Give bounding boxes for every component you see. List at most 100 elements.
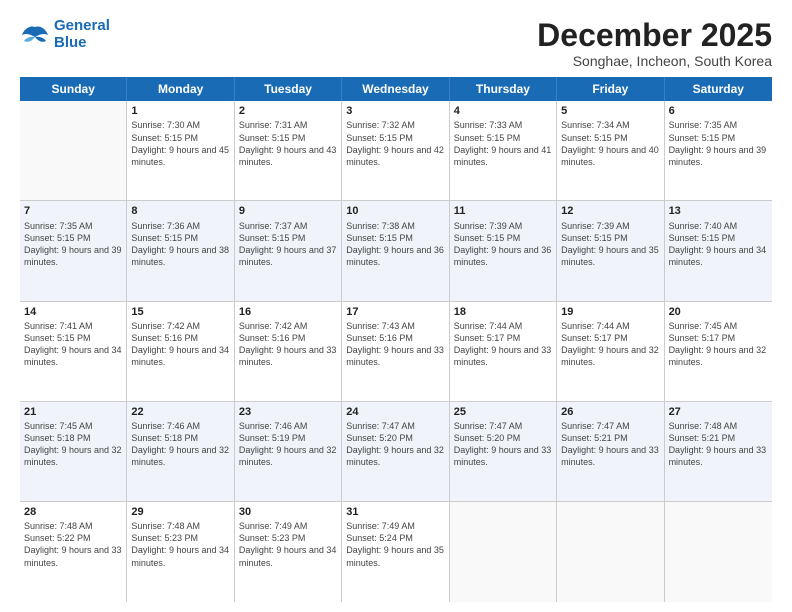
day-number: 19 (561, 305, 659, 319)
day-info: Sunrise: 7:45 AM Sunset: 5:17 PM Dayligh… (669, 320, 768, 369)
day-number: 4 (454, 104, 552, 118)
header-sunday: Sunday (20, 77, 127, 101)
day-cell-22: 22Sunrise: 7:46 AM Sunset: 5:18 PM Dayli… (127, 402, 234, 501)
day-number: 13 (669, 204, 768, 218)
day-cell-13: 13 Sunrise: 7:40 AM Sunset: 5:15 PM Dayli… (665, 201, 772, 300)
day-cell-27: 27Sunrise: 7:48 AM Sunset: 5:21 PM Dayli… (665, 402, 772, 501)
week-row-5: 28Sunrise: 7:48 AM Sunset: 5:22 PM Dayli… (20, 502, 772, 602)
day-cell-7: 7Sunrise: 7:35 AM Sunset: 5:15 PM Daylig… (20, 201, 127, 300)
day-number: 3 (346, 104, 444, 118)
day-number: 5 (561, 104, 659, 118)
calendar-header: Sunday Monday Tuesday Wednesday Thursday… (20, 77, 772, 101)
day-info: Sunrise: 7:48 AM Sunset: 5:21 PM Dayligh… (669, 420, 768, 469)
day-number: 18 (454, 305, 552, 319)
day-cell-33 (557, 502, 664, 602)
day-cell-26: 26Sunrise: 7:47 AM Sunset: 5:21 PM Dayli… (557, 402, 664, 501)
day-cell-18: 18Sunrise: 7:44 AM Sunset: 5:17 PM Dayli… (450, 302, 557, 401)
day-info: Sunrise: 7:35 AM Sunset: 5:15 PM Dayligh… (24, 220, 122, 269)
day-number: 11 (454, 204, 552, 218)
day-cell-4: 4Sunrise: 7:33 AM Sunset: 5:15 PM Daylig… (450, 101, 557, 200)
day-number: 16 (239, 305, 337, 319)
day-number: 31 (346, 505, 444, 519)
day-info: Sunrise: 7:40 AM Sunset: 5:15 PM Dayligh… (669, 220, 768, 269)
day-info: Sunrise: 7:42 AM Sunset: 5:16 PM Dayligh… (131, 320, 229, 369)
day-number: 24 (346, 405, 444, 419)
header-thursday: Thursday (450, 77, 557, 101)
day-cell-29: 29Sunrise: 7:48 AM Sunset: 5:23 PM Dayli… (127, 502, 234, 602)
calendar-body: 1Sunrise: 7:30 AM Sunset: 5:15 PM Daylig… (20, 101, 772, 602)
day-cell-15: 15Sunrise: 7:42 AM Sunset: 5:16 PM Dayli… (127, 302, 234, 401)
day-cell-23: 23Sunrise: 7:46 AM Sunset: 5:19 PM Dayli… (235, 402, 342, 501)
logo-icon (20, 23, 50, 47)
day-info: Sunrise: 7:47 AM Sunset: 5:20 PM Dayligh… (346, 420, 444, 469)
day-cell-21: 21Sunrise: 7:45 AM Sunset: 5:18 PM Dayli… (20, 402, 127, 501)
day-info: Sunrise: 7:35 AM Sunset: 5:15 PM Dayligh… (669, 119, 768, 168)
day-cell-3: 3Sunrise: 7:32 AM Sunset: 5:15 PM Daylig… (342, 101, 449, 200)
day-info: Sunrise: 7:37 AM Sunset: 5:15 PM Dayligh… (239, 220, 337, 269)
day-info: Sunrise: 7:33 AM Sunset: 5:15 PM Dayligh… (454, 119, 552, 168)
day-number: 9 (239, 204, 337, 218)
day-info: Sunrise: 7:32 AM Sunset: 5:15 PM Dayligh… (346, 119, 444, 168)
month-title: December 2025 (537, 18, 772, 53)
day-info: Sunrise: 7:45 AM Sunset: 5:18 PM Dayligh… (24, 420, 122, 469)
logo-text: General Blue (54, 18, 110, 51)
day-cell-2: 2Sunrise: 7:31 AM Sunset: 5:15 PM Daylig… (235, 101, 342, 200)
day-number: 25 (454, 405, 552, 419)
subtitle: Songhae, Incheon, South Korea (537, 53, 772, 69)
header-tuesday: Tuesday (235, 77, 342, 101)
day-cell-19: 19Sunrise: 7:44 AM Sunset: 5:17 PM Dayli… (557, 302, 664, 401)
day-number: 12 (561, 204, 659, 218)
day-info: Sunrise: 7:49 AM Sunset: 5:24 PM Dayligh… (346, 520, 444, 569)
day-info: Sunrise: 7:48 AM Sunset: 5:22 PM Dayligh… (24, 520, 122, 569)
day-info: Sunrise: 7:42 AM Sunset: 5:16 PM Dayligh… (239, 320, 337, 369)
day-cell-31: 31Sunrise: 7:49 AM Sunset: 5:24 PM Dayli… (342, 502, 449, 602)
day-number: 28 (24, 505, 122, 519)
header: General Blue December 2025 Songhae, Inch… (20, 18, 772, 69)
day-number: 30 (239, 505, 337, 519)
logo-line2: Blue (54, 34, 87, 51)
day-number: 17 (346, 305, 444, 319)
day-info: Sunrise: 7:39 AM Sunset: 5:15 PM Dayligh… (454, 220, 552, 269)
day-cell-14: 14Sunrise: 7:41 AM Sunset: 5:15 PM Dayli… (20, 302, 127, 401)
day-number: 21 (24, 405, 122, 419)
day-number: 8 (131, 204, 229, 218)
day-info: Sunrise: 7:34 AM Sunset: 5:15 PM Dayligh… (561, 119, 659, 168)
day-info: Sunrise: 7:47 AM Sunset: 5:20 PM Dayligh… (454, 420, 552, 469)
day-info: Sunrise: 7:44 AM Sunset: 5:17 PM Dayligh… (561, 320, 659, 369)
page: General Blue December 2025 Songhae, Inch… (0, 0, 792, 612)
header-monday: Monday (127, 77, 234, 101)
day-cell-0 (20, 101, 127, 200)
header-wednesday: Wednesday (342, 77, 449, 101)
day-info: Sunrise: 7:43 AM Sunset: 5:16 PM Dayligh… (346, 320, 444, 369)
day-cell-1: 1Sunrise: 7:30 AM Sunset: 5:15 PM Daylig… (127, 101, 234, 200)
day-number: 20 (669, 305, 768, 319)
day-cell-8: 8Sunrise: 7:36 AM Sunset: 5:15 PM Daylig… (127, 201, 234, 300)
day-cell-32 (450, 502, 557, 602)
day-number: 22 (131, 405, 229, 419)
day-cell-25: 25Sunrise: 7:47 AM Sunset: 5:20 PM Dayli… (450, 402, 557, 501)
day-number: 26 (561, 405, 659, 419)
day-number: 29 (131, 505, 229, 519)
day-number: 15 (131, 305, 229, 319)
day-cell-11: 11 Sunrise: 7:39 AM Sunset: 5:15 PM Dayli… (450, 201, 557, 300)
day-number: 10 (346, 204, 444, 218)
day-cell-10: 10Sunrise: 7:38 AM Sunset: 5:15 PM Dayli… (342, 201, 449, 300)
day-cell-5: 5Sunrise: 7:34 AM Sunset: 5:15 PM Daylig… (557, 101, 664, 200)
week-row-3: 14Sunrise: 7:41 AM Sunset: 5:15 PM Dayli… (20, 302, 772, 402)
day-info: Sunrise: 7:30 AM Sunset: 5:15 PM Dayligh… (131, 119, 229, 168)
day-cell-6: 6Sunrise: 7:35 AM Sunset: 5:15 PM Daylig… (665, 101, 772, 200)
day-number: 27 (669, 405, 768, 419)
day-info: Sunrise: 7:47 AM Sunset: 5:21 PM Dayligh… (561, 420, 659, 469)
day-info: Sunrise: 7:48 AM Sunset: 5:23 PM Dayligh… (131, 520, 229, 569)
day-number: 23 (239, 405, 337, 419)
day-cell-24: 24Sunrise: 7:47 AM Sunset: 5:20 PM Dayli… (342, 402, 449, 501)
header-friday: Friday (557, 77, 664, 101)
day-cell-20: 20Sunrise: 7:45 AM Sunset: 5:17 PM Dayli… (665, 302, 772, 401)
header-saturday: Saturday (665, 77, 772, 101)
week-row-4: 21Sunrise: 7:45 AM Sunset: 5:18 PM Dayli… (20, 402, 772, 502)
day-info: Sunrise: 7:31 AM Sunset: 5:15 PM Dayligh… (239, 119, 337, 168)
day-info: Sunrise: 7:41 AM Sunset: 5:15 PM Dayligh… (24, 320, 122, 369)
title-block: December 2025 Songhae, Incheon, South Ko… (537, 18, 772, 69)
day-cell-17: 17Sunrise: 7:43 AM Sunset: 5:16 PM Dayli… (342, 302, 449, 401)
day-cell-9: 9 Sunrise: 7:37 AM Sunset: 5:15 PM Daylig… (235, 201, 342, 300)
